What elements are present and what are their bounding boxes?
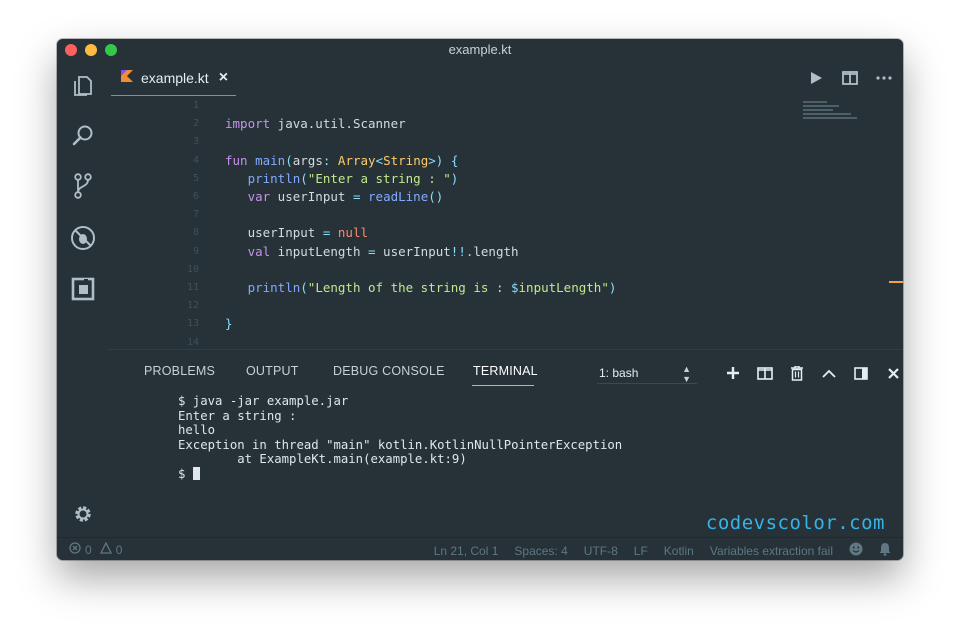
line-number: 2	[192, 118, 199, 130]
code-line-5: println("Enter a string : ")	[247, 170, 459, 186]
smiley-icon[interactable]	[849, 542, 863, 559]
terminal-prompt: $	[178, 466, 193, 481]
code-line-2: import java.util.Scanner	[225, 116, 406, 132]
trash-icon[interactable]	[781, 361, 813, 385]
terminal-line: hello	[178, 423, 216, 438]
line-number: 1	[192, 100, 199, 111]
line-number: 10	[186, 263, 199, 275]
code-line-6: var userInput = readLine()	[247, 189, 444, 204]
problems-summary[interactable]: 0 0	[69, 541, 123, 557]
terminal-line: Exception in thread "main" kotlin.Kotlin…	[178, 437, 623, 452]
split-terminal-icon[interactable]	[749, 361, 781, 385]
status-bar: 0 0 Ln 21, Col 1 Spaces: 4 UTF-8 LF Kotl…	[57, 537, 903, 560]
terminal-select-value: 1: bash	[599, 366, 639, 380]
select-arrows-icon: ▲ ▼	[682, 364, 691, 384]
search-icon[interactable]	[70, 122, 96, 148]
panel-layout-icon[interactable]	[845, 361, 877, 385]
files-icon[interactable]	[70, 73, 96, 99]
line-number: 12	[186, 300, 199, 312]
terminal-line: at ExampleKt.main(example.kt:9)	[178, 452, 467, 467]
terminal-line: Enter a string :	[178, 408, 297, 423]
code-line-9: val inputLength = userInput!!.length	[247, 243, 519, 259]
title-bar: example.kt	[57, 39, 903, 61]
line-number: 7	[192, 209, 199, 221]
warning-icon	[99, 541, 112, 557]
line-number: 11	[186, 282, 199, 293]
terminal-prompt-line: $	[178, 466, 622, 482]
code-line-8: userInput = null	[225, 225, 369, 241]
tab-terminal[interactable]: TERMINAL	[473, 364, 538, 378]
terminal-output[interactable]: $ java -jar example.jar Enter a string :…	[178, 394, 622, 482]
terminal-select[interactable]: 1: bash ▲ ▼	[597, 363, 697, 384]
cursor-position[interactable]: Ln 21, Col 1	[434, 544, 499, 558]
tab-output[interactable]: OUTPUT	[246, 364, 299, 378]
line-number: 6	[192, 191, 199, 202]
end-of-line[interactable]: LF	[634, 544, 648, 558]
editor-tab-bar: example.kt ×	[107, 61, 903, 97]
warning-count: 0	[115, 542, 123, 557]
tab-label: example.kt	[141, 70, 209, 86]
tab-problems[interactable]: PROBLEMS	[144, 364, 215, 378]
run-icon[interactable]	[805, 67, 827, 89]
vscode-window: example.kt example.kt × 1 2 import java.…	[57, 39, 903, 560]
panel-tabs: PROBLEMS OUTPUT DEBUG CONSOLE TERMINAL 1…	[107, 350, 903, 390]
close-panel-icon[interactable]	[877, 361, 903, 385]
line-number: 13	[186, 318, 199, 330]
terminal-actions	[717, 360, 903, 386]
line-number: 5	[192, 172, 199, 184]
kotlin-file-icon	[121, 69, 133, 87]
line-number: 3	[192, 136, 199, 148]
add-terminal-icon[interactable]	[717, 361, 749, 385]
error-icon	[69, 542, 81, 557]
terminal-cursor	[192, 466, 200, 480]
close-tab-icon[interactable]: ×	[219, 69, 228, 87]
code-line-4: fun main(args: Array<String>) {	[225, 152, 459, 168]
terminal-line: $ java -jar example.jar	[178, 394, 349, 408]
window-title: example.kt	[448, 42, 512, 57]
maximize-panel-icon[interactable]	[813, 361, 845, 385]
code-line-11: println("Length of the string is : $inpu…	[247, 280, 617, 295]
extensions-icon[interactable]	[70, 276, 96, 302]
line-number: 4	[192, 154, 199, 166]
error-count: 0	[85, 542, 92, 557]
encoding[interactable]: UTF-8	[584, 544, 618, 558]
editor-actions	[805, 61, 895, 95]
debug-icon[interactable]	[70, 225, 96, 251]
bell-icon[interactable]	[879, 542, 891, 559]
activity-bar	[57, 61, 107, 538]
split-editor-icon[interactable]	[839, 67, 861, 89]
gear-icon[interactable]	[70, 501, 96, 527]
source-control-icon[interactable]	[70, 173, 96, 199]
scrollbar-marker[interactable]	[889, 281, 903, 283]
tab-debug-console[interactable]: DEBUG CONSOLE	[333, 364, 445, 378]
language-mode[interactable]: Kotlin	[664, 544, 694, 558]
minimap[interactable]	[803, 101, 863, 125]
code-line-13: }	[225, 316, 233, 332]
bottom-panel: PROBLEMS OUTPUT DEBUG CONSOLE TERMINAL 1…	[107, 349, 903, 538]
code-editor[interactable]: 1 2 import java.util.Scanner 3 4 fun main(…	[107, 97, 903, 349]
status-message: Variables extraction fail	[709, 543, 833, 558]
indentation[interactable]: Spaces: 4	[514, 544, 567, 558]
watermark: codevscolor.com	[705, 512, 885, 534]
tab-example-kt[interactable]: example.kt ×	[111, 61, 236, 96]
status-right: Ln 21, Col 1 Spaces: 4 UTF-8 LF Kotlin V…	[418, 542, 891, 559]
active-tab-indicator	[472, 385, 534, 386]
line-number: 9	[192, 245, 199, 257]
line-number: 14	[186, 336, 199, 348]
more-icon[interactable]	[873, 67, 895, 89]
line-number: 8	[192, 227, 199, 239]
